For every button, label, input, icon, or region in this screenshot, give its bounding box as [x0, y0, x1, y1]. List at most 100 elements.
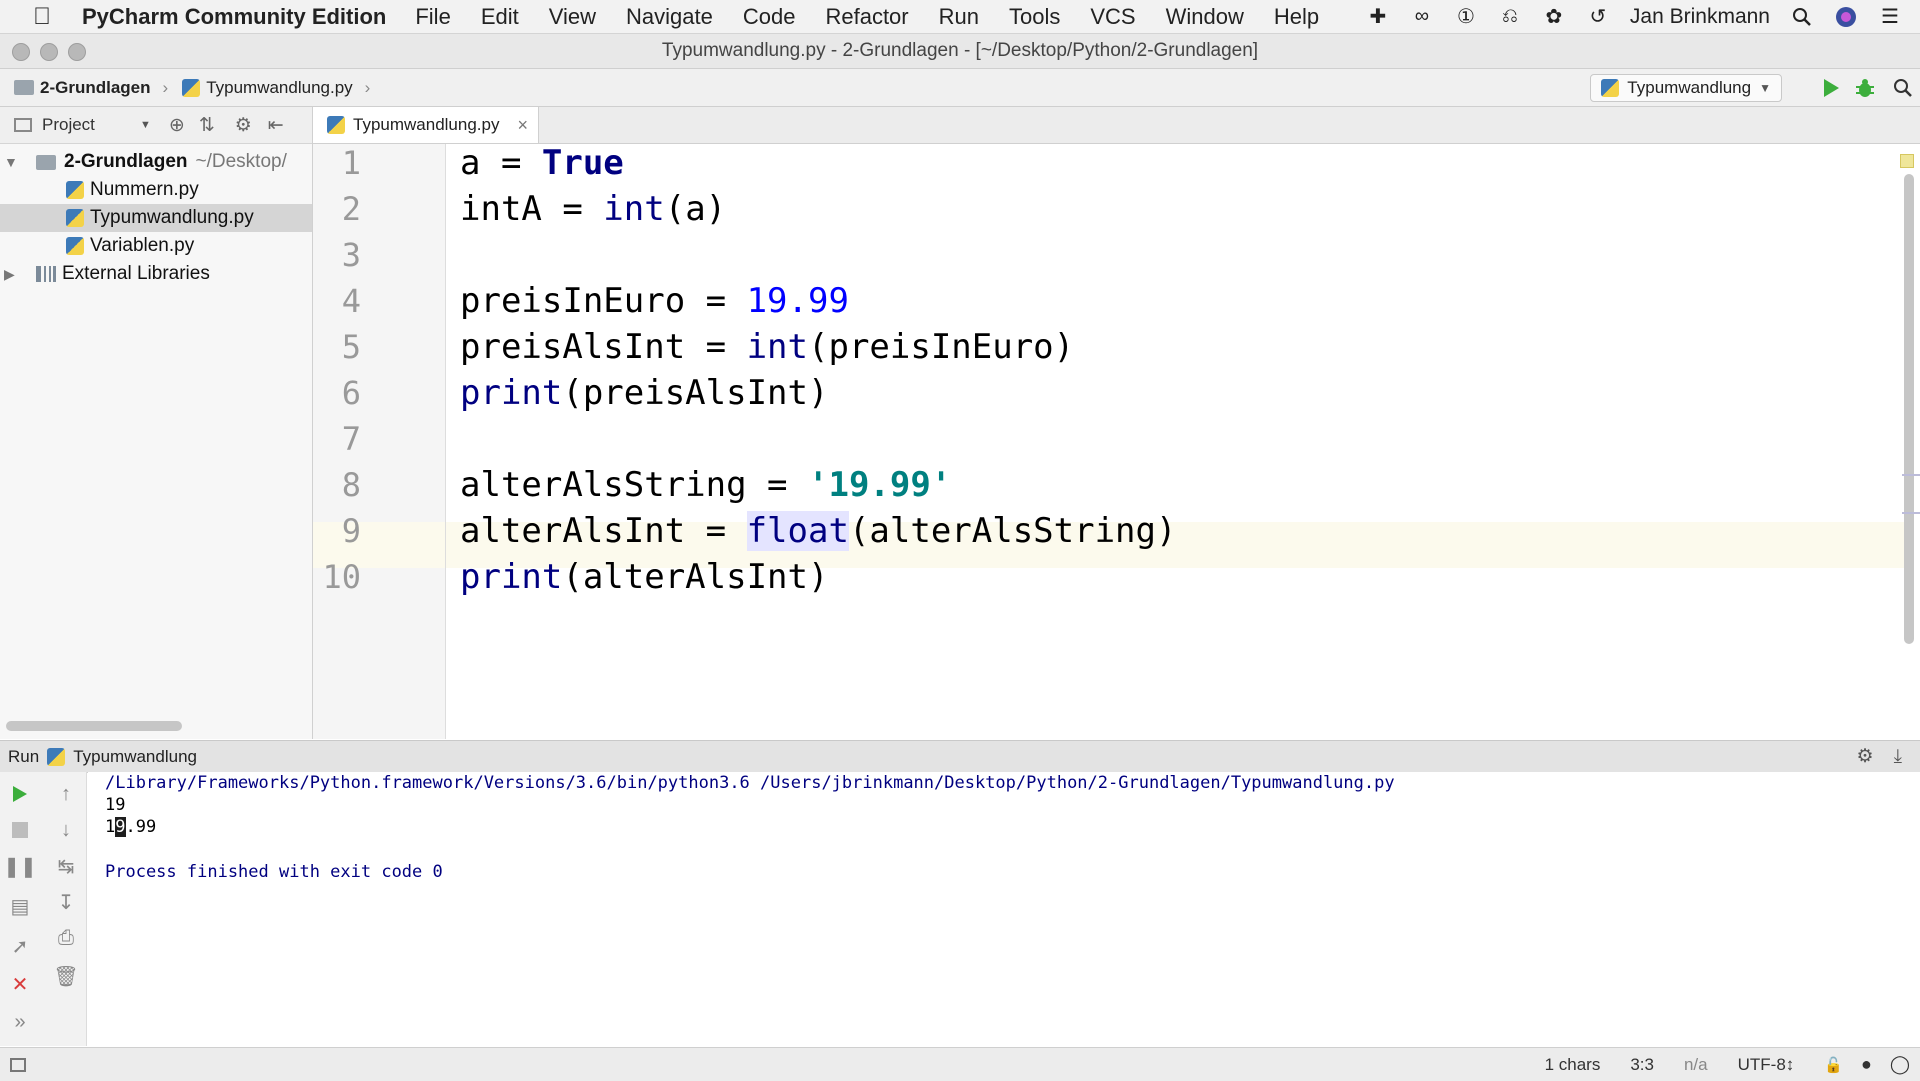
menu-help[interactable]: Help	[1274, 4, 1319, 30]
editor-vertical-scrollbar[interactable]	[1904, 174, 1914, 644]
lock-icon[interactable]: 🔓	[1824, 1056, 1843, 1074]
pause-icon[interactable]: ❚❚	[3, 852, 37, 880]
tree-file-variablen[interactable]: Variablen.py	[0, 232, 312, 260]
collapse-all-icon[interactable]: ⇅	[199, 114, 215, 137]
breadcrumb-project[interactable]: 2-Grundlagen ›	[14, 78, 168, 98]
line-number: 8	[341, 466, 361, 504]
spotlight-search-icon[interactable]	[1790, 5, 1814, 29]
menu-navigate[interactable]: Navigate	[626, 4, 713, 30]
inspector-icon[interactable]: ●	[1861, 1054, 1872, 1075]
caret-position[interactable]: 3:3	[1630, 1055, 1654, 1075]
code-token: (alterAlsInt)	[562, 557, 829, 597]
soft-wrap-icon[interactable]: ↹	[52, 852, 80, 880]
settings-gear-icon[interactable]: ⚙	[1857, 745, 1874, 768]
run-console[interactable]: /Library/Frameworks/Python.framework/Ver…	[88, 772, 1920, 1046]
apple-icon[interactable]: 	[24, 3, 60, 31]
run-icon[interactable]	[1818, 75, 1844, 101]
file-name: Nummern.py	[90, 179, 199, 200]
chevron-down-icon[interactable]: ▼	[140, 119, 151, 131]
print-icon[interactable]: ⎙	[52, 924, 80, 952]
code-line[interactable]: alterAlsInt = float(alterAlsString)	[460, 508, 1176, 554]
leaf-icon[interactable]: ✿	[1542, 5, 1566, 29]
menu-vcs[interactable]: VCS	[1090, 4, 1135, 30]
tree-external-libraries[interactable]: ▶ External Libraries	[0, 260, 312, 288]
tree-file-typumwandlung[interactable]: Typumwandlung.py	[0, 204, 312, 232]
backup-icon[interactable]: ⎌	[1498, 5, 1522, 29]
close-icon[interactable]: ✕	[6, 970, 34, 998]
window-title-bar: Typumwandlung.py - 2-Grundlagen - [~/Des…	[0, 34, 1920, 69]
pin-tab-icon[interactable]: ➚	[6, 932, 34, 960]
project-view-select[interactable]: Project	[42, 115, 122, 135]
restore-layout-icon[interactable]: ▤	[6, 892, 34, 920]
line-number: 7	[341, 420, 361, 458]
search-everywhere-icon[interactable]	[1890, 75, 1916, 101]
menu-edit[interactable]: Edit	[481, 4, 519, 30]
rerun-icon[interactable]	[6, 780, 34, 808]
code-token: (preisInEuro)	[808, 327, 1075, 367]
code-line[interactable]: preisInEuro = 19.99	[460, 278, 849, 324]
scroll-marker[interactable]	[1902, 474, 1920, 476]
settings-gear-icon[interactable]: ⚙	[235, 114, 252, 137]
tree-file-nummern[interactable]: Nummern.py	[0, 176, 312, 204]
hide-panel-icon[interactable]: ⤓	[1894, 746, 1902, 768]
breadcrumb-file-label: Typumwandlung.py	[206, 77, 353, 97]
creative-cloud-icon[interactable]: ∞	[1410, 5, 1434, 29]
code-line[interactable]: print(preisAlsInt)	[460, 370, 828, 416]
python-file-icon	[182, 78, 201, 97]
code-line[interactable]: alterAlsString = '19.99'	[460, 462, 951, 508]
code-line[interactable]: print(alterAlsInt)	[460, 554, 828, 600]
password-manager-icon[interactable]: ①	[1454, 5, 1478, 29]
editor-tab-typumwandlung[interactable]: Typumwandlung.py ×	[313, 107, 539, 143]
file-encoding[interactable]: UTF-8↕	[1738, 1055, 1795, 1075]
code-token: intA =	[460, 189, 604, 229]
debug-icon[interactable]	[1852, 75, 1878, 101]
plus-cross-icon[interactable]: ✚	[1366, 5, 1390, 29]
breadcrumb-file[interactable]: Typumwandlung.py ›	[182, 78, 370, 98]
time-machine-icon[interactable]: ↺	[1586, 5, 1610, 29]
console-text: .99	[125, 817, 157, 837]
menu-view[interactable]: View	[549, 4, 596, 30]
code-line[interactable]: intA = int(a)	[460, 186, 726, 232]
scroll-to-end-icon[interactable]: ↧	[52, 888, 80, 916]
scroll-marker[interactable]	[1902, 512, 1920, 514]
close-tab-icon[interactable]: ×	[517, 115, 528, 136]
line-number: 5	[341, 328, 361, 366]
tree-root-folder[interactable]: ▼ 2-Grundlagen ~/Desktop/	[0, 148, 312, 176]
run-configuration-select[interactable]: Typumwandlung ▼	[1590, 74, 1782, 102]
user-name-menu[interactable]: Jan Brinkmann	[1630, 5, 1770, 29]
event-log-icon[interactable]: ◯	[1890, 1054, 1910, 1075]
code-editor[interactable]: a = True intA = int(a) preisInEuro = 19.99…	[446, 143, 1920, 739]
more-actions-icon[interactable]: »	[6, 1008, 34, 1036]
run-config-tab[interactable]: Typumwandlung	[73, 747, 197, 767]
code-token: 19.99	[746, 281, 849, 321]
expand-triangle-icon[interactable]: ▼	[4, 154, 18, 170]
hide-panel-icon[interactable]: ⇤	[268, 114, 284, 137]
menu-code[interactable]: Code	[743, 4, 796, 30]
clear-all-icon[interactable]: 🗑	[52, 962, 80, 990]
menu-refactor[interactable]: Refactor	[825, 4, 908, 30]
scroll-down-arrow-icon[interactable]: ↓	[52, 816, 80, 844]
menu-file[interactable]: File	[415, 4, 450, 30]
code-token: print	[460, 557, 563, 597]
project-tool-window: Project ▼ ⊕ ⇅ ⚙ ⇤ ▼ 2-Grundlagen ~/Deskt…	[0, 107, 313, 739]
menu-tools[interactable]: Tools	[1009, 4, 1060, 30]
menu-run[interactable]: Run	[939, 4, 979, 30]
analysis-status-icon[interactable]	[1900, 154, 1914, 168]
code-token: alterAlsString =	[460, 465, 808, 505]
python-file-icon	[1601, 79, 1620, 97]
scroll-up-arrow-icon[interactable]: ↑	[52, 780, 80, 808]
line-separator-indicator[interactable]: n/a	[1684, 1055, 1708, 1075]
breadcrumb-project-label: 2-Grundlagen	[40, 77, 151, 97]
siri-icon[interactable]	[1834, 5, 1858, 29]
tool-windows-toggle-icon[interactable]	[10, 1057, 26, 1072]
app-name-menu[interactable]: PyCharm Community Edition	[82, 4, 386, 30]
locate-file-icon[interactable]: ⊕	[169, 114, 185, 137]
code-line[interactable]: a = True	[460, 140, 624, 186]
horizontal-scrollbar[interactable]	[6, 721, 182, 731]
menu-window[interactable]: Window	[1166, 4, 1244, 30]
stop-icon[interactable]	[6, 816, 34, 844]
library-icon	[36, 266, 56, 282]
notification-center-icon[interactable]: ☰	[1878, 5, 1902, 29]
code-line[interactable]: preisAlsInt = int(preisInEuro)	[460, 324, 1074, 370]
expand-triangle-icon[interactable]: ▶	[4, 266, 18, 283]
